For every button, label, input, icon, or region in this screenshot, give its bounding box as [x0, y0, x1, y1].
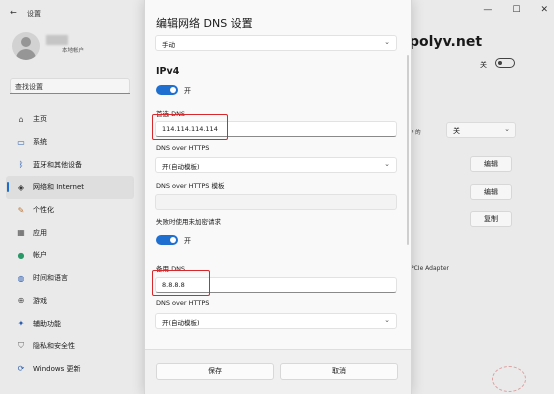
fallback-toggle[interactable]: [156, 235, 178, 245]
alt-doh-value: 开(自动模板): [162, 319, 200, 327]
dns-mode-select[interactable]: 手动 ⌄: [155, 35, 397, 51]
doh-select[interactable]: 开(自动模板) ⌄: [155, 157, 397, 173]
fallback-label: 失败时使用未加密请求: [156, 218, 221, 226]
preferred-dns-highlight: [152, 114, 228, 140]
alt-doh-select[interactable]: 开(自动模板) ⌄: [155, 313, 397, 329]
save-button[interactable]: 保存: [156, 363, 274, 380]
ipv4-section-title: IPv4: [156, 66, 180, 77]
edit-dns-dialog: 编辑网络 DNS 设置 手动 ⌄ IPv4 开 首选 DNS 114.114.1…: [144, 0, 412, 394]
alt-doh-label: DNS over HTTPS: [156, 299, 210, 307]
alternate-dns-highlight: [152, 270, 210, 296]
doh-label: DNS over HTTPS: [156, 144, 210, 152]
cancel-button[interactable]: 取消: [280, 363, 398, 380]
fallback-toggle-label: 开: [184, 237, 191, 245]
dialog-scrollbar[interactable]: [407, 55, 409, 245]
chevron-down-icon: ⌄: [384, 160, 390, 168]
ipv4-toggle[interactable]: [156, 85, 178, 95]
doh-template-input[interactable]: [155, 194, 397, 210]
ipv4-toggle-label: 开: [184, 87, 191, 95]
dns-mode-value: 手动: [162, 41, 175, 49]
doh-value: 开(自动模板): [162, 163, 200, 171]
dialog-title: 编辑网络 DNS 设置: [156, 17, 253, 30]
chevron-down-icon: ⌄: [384, 316, 390, 324]
chevron-down-icon: ⌄: [384, 38, 390, 46]
doh-template-label: DNS over HTTPS 模板: [156, 182, 225, 190]
